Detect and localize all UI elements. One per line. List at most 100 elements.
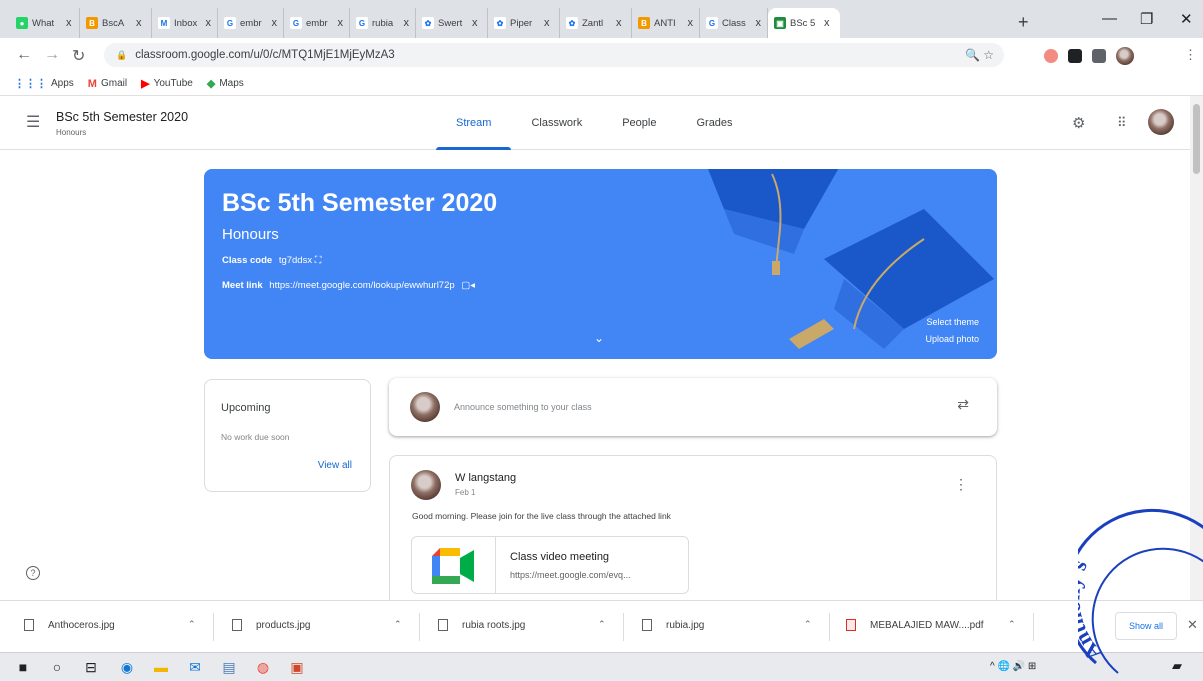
class-banner: BSc 5th Semester 2020 Honours Class code… xyxy=(204,169,997,359)
browser-tab[interactable]: Gembr x xyxy=(284,8,350,38)
back-icon[interactable]: ← xyxy=(16,46,32,64)
tab-grades[interactable]: Grades xyxy=(676,96,752,150)
bookmark-label: Maps xyxy=(219,78,244,89)
tab-stream[interactable]: Stream xyxy=(436,96,512,150)
tab-close-icon[interactable]: x xyxy=(66,17,72,29)
browser-tab[interactable]: G Class x xyxy=(700,8,768,38)
browser-menu-icon[interactable]: ⋮ xyxy=(1184,47,1197,63)
bookmark-item[interactable]: ▶ YouTube xyxy=(141,77,193,90)
extension-icon[interactable] xyxy=(1044,49,1058,63)
tab-classwork[interactable]: Classwork xyxy=(511,96,602,150)
notepad-icon[interactable]: ▤ xyxy=(220,658,238,676)
chevron-up-icon[interactable]: ⌃ xyxy=(1008,619,1016,630)
tab-close-icon[interactable]: x xyxy=(136,17,142,29)
zoom-search-icon[interactable]: 🔍 ☆ xyxy=(965,48,994,62)
task-view-icon[interactable]: ⊟ xyxy=(82,658,100,676)
minimize-icon[interactable]: — xyxy=(1102,10,1117,27)
browser-tab[interactable]: ▣ BSc 5 x xyxy=(768,8,840,38)
edge-icon[interactable]: ◉ xyxy=(118,658,136,676)
profile-avatar[interactable] xyxy=(1116,47,1134,65)
download-item[interactable]: rubia roots.jpg xyxy=(438,619,525,631)
browser-tab[interactable]: ✿ Zantl x xyxy=(560,8,632,38)
maximize-icon[interactable]: ❐ xyxy=(1140,10,1153,28)
tab-close-icon[interactable]: x xyxy=(688,17,694,29)
author-avatar xyxy=(411,470,441,500)
tab-close-icon[interactable]: x xyxy=(472,17,478,29)
tab-close-icon[interactable]: x xyxy=(338,17,344,29)
repost-icon[interactable]: ⇄ xyxy=(957,396,969,413)
tab-close-icon[interactable]: x xyxy=(272,17,278,29)
extensions-puzzle-icon[interactable] xyxy=(1092,49,1106,63)
post-date: Feb 1 xyxy=(455,488,476,497)
header-class-name[interactable]: BSc 5th Semester 2020 xyxy=(56,110,188,124)
tab-close-icon[interactable]: x xyxy=(756,17,762,29)
extension-icon[interactable] xyxy=(1068,49,1082,63)
announce-placeholder: Announce something to your class xyxy=(454,402,592,412)
announce-box[interactable]: Announce something to your class ⇄ xyxy=(389,378,997,436)
browser-tab[interactable]: Grubia x xyxy=(350,8,416,38)
browser-tab[interactable]: B ANTI x xyxy=(632,8,700,38)
address-bar[interactable]: 🔒 classroom.google.com/u/0/c/MTQ1MjE1MjE… xyxy=(104,43,1004,67)
browser-tab[interactable]: ✿ Swert x xyxy=(416,8,488,38)
forward-icon[interactable]: → xyxy=(44,46,60,64)
bookmark-item[interactable]: ◆ Maps xyxy=(207,77,244,90)
download-filename: products.jpg xyxy=(256,619,311,631)
download-item[interactable]: MEBALAJIED MAW....pdf xyxy=(846,619,984,631)
select-theme-link[interactable]: Select theme xyxy=(926,317,979,327)
browser-tab[interactable]: ● What x xyxy=(10,8,80,38)
tab-close-icon[interactable]: x xyxy=(616,17,622,29)
start-windows-icon[interactable]: ■ xyxy=(14,658,32,676)
reload-icon[interactable]: ↻ xyxy=(72,46,85,66)
download-item[interactable]: Anthoceros.jpg xyxy=(24,619,115,631)
download-item[interactable]: products.jpg xyxy=(232,619,310,631)
tab-close-icon[interactable]: x xyxy=(544,17,550,29)
tab-favicon-icon: G xyxy=(290,17,302,29)
chevron-up-icon[interactable]: ⌃ xyxy=(394,619,402,630)
chevron-up-icon[interactable]: ⌃ xyxy=(188,619,196,630)
downloads-shelf: Anthoceros.jpg ⌃ products.jpg ⌃ rubia roots.… xyxy=(0,600,1203,652)
tab-favicon-icon: ✿ xyxy=(494,17,506,29)
chevron-up-icon[interactable]: ⌃ xyxy=(804,619,812,630)
account-avatar[interactable] xyxy=(1148,109,1174,135)
view-all-link[interactable]: View all xyxy=(318,460,352,471)
tab-close-icon[interactable]: x xyxy=(206,17,212,29)
post-author: W langstang xyxy=(455,472,517,484)
file-explorer-icon[interactable]: ▬ xyxy=(152,658,170,676)
bookmark-item[interactable]: M Gmail xyxy=(88,78,127,90)
tab-people[interactable]: People xyxy=(602,96,676,150)
close-window-icon[interactable]: ✕ xyxy=(1180,10,1193,28)
chevron-down-icon[interactable]: ⌄ xyxy=(594,331,604,345)
fullscreen-icon[interactable]: ⛶ xyxy=(315,255,322,266)
video-camera-icon[interactable]: ▢◂ xyxy=(461,280,475,291)
tab-close-icon[interactable]: x xyxy=(404,17,410,29)
chevron-up-icon[interactable]: ⌃ xyxy=(598,619,606,630)
upcoming-empty-text: No work due soon xyxy=(221,432,290,442)
search-circle-icon[interactable]: ○ xyxy=(48,658,66,676)
header-class-section: Honours xyxy=(56,128,87,137)
tab-title: Swert xyxy=(438,17,463,29)
new-tab-button[interactable]: + xyxy=(1018,12,1029,33)
apps-grid-icon[interactable]: ⠿ xyxy=(1117,115,1126,131)
system-tray[interactable]: ^ 🌐 🔊 ⊞ xyxy=(990,661,1036,672)
bookmark-item[interactable]: ⋮⋮⋮ Apps xyxy=(14,77,74,90)
tab-close-icon[interactable]: x xyxy=(824,17,830,29)
attachment-title: Class video meeting xyxy=(510,551,610,563)
more-options-icon[interactable]: ⋮ xyxy=(954,476,968,493)
mail-icon[interactable]: ✉ xyxy=(186,658,204,676)
browser-tab[interactable]: Gembr x xyxy=(218,8,284,38)
chrome-icon[interactable]: ◍ xyxy=(254,658,272,676)
upload-photo-link[interactable]: Upload photo xyxy=(925,334,979,344)
browser-tab[interactable]: B BscA x xyxy=(80,8,152,38)
meet-attachment[interactable]: Class video meeting https://meet.google.… xyxy=(411,536,689,594)
main-menu-icon[interactable]: ☰ xyxy=(26,112,40,132)
meet-link-url[interactable]: https://meet.google.com/lookup/ewwhurl72… xyxy=(269,280,454,291)
tab-favicon-icon: ✿ xyxy=(566,17,578,29)
google-meet-icon xyxy=(412,537,496,593)
scrollbar-thumb[interactable] xyxy=(1193,104,1200,174)
browser-tab[interactable]: ✿ Piper x xyxy=(488,8,560,38)
download-item[interactable]: rubia.jpg xyxy=(642,619,704,631)
help-icon[interactable]: ? xyxy=(26,566,40,580)
settings-gear-icon[interactable]: ⚙ xyxy=(1072,114,1085,132)
browser-tab[interactable]: M Inbox x xyxy=(152,8,218,38)
app-icon[interactable]: ▣ xyxy=(288,658,306,676)
